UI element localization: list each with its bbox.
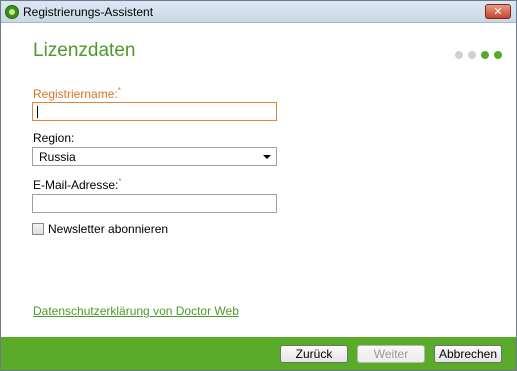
registrant-label: Registriername:* <box>33 86 121 101</box>
required-marker: * <box>118 177 122 186</box>
wizard-footer: Zurück Weiter Abbrechen <box>1 337 516 370</box>
region-select[interactable]: Russia <box>32 147 277 166</box>
registrant-label-text: Registriername: <box>33 87 118 101</box>
step-dot-1 <box>455 51 463 59</box>
region-label: Region: <box>33 131 75 145</box>
step-dot-4 <box>494 51 502 59</box>
privacy-policy-link[interactable]: Datenschutzerklärung von Doctor Web <box>33 304 239 318</box>
page-title: Lizenzdaten <box>33 40 136 61</box>
drweb-spider-icon <box>5 5 19 19</box>
email-label-text: E-Mail-Adresse: <box>33 178 119 192</box>
back-button[interactable]: Zurück <box>280 345 348 363</box>
registration-wizard-window: Registrierungs-Assistent ✕ Lizenzdaten R… <box>0 0 517 371</box>
registrant-name-input[interactable] <box>33 103 276 120</box>
newsletter-checkbox[interactable] <box>32 223 44 235</box>
text-caret <box>37 106 38 118</box>
step-dot-3-current <box>481 51 489 59</box>
close-button[interactable]: ✕ <box>485 4 511 19</box>
title-bar[interactable]: Registrierungs-Assistent ✕ <box>1 1 516 23</box>
email-label: E-Mail-Adresse:* <box>33 177 121 192</box>
window-title: Registrierungs-Assistent <box>23 5 154 19</box>
dropdown-arrow-icon <box>263 155 271 159</box>
step-dot-2 <box>468 51 476 59</box>
required-marker: * <box>117 86 121 95</box>
registrant-name-field[interactable] <box>32 102 277 121</box>
region-selected-value: Russia <box>39 150 76 164</box>
next-button[interactable]: Weiter <box>357 345 425 363</box>
email-field[interactable] <box>32 194 277 213</box>
cancel-button[interactable]: Abbrechen <box>434 345 502 363</box>
wizard-content: Lizenzdaten Registriername:* Region: Rus… <box>1 24 516 337</box>
newsletter-label[interactable]: Newsletter abonnieren <box>48 222 168 236</box>
step-indicator <box>455 51 502 61</box>
email-input[interactable] <box>33 195 276 212</box>
